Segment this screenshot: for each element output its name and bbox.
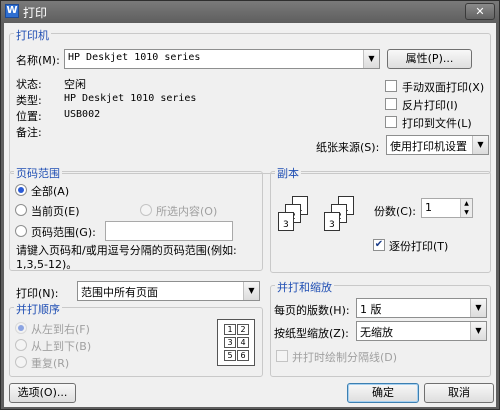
collate-label[interactable]: 逐份打印(T) bbox=[389, 238, 448, 254]
zoom-group-title: 并打和缩放 bbox=[275, 279, 334, 295]
title-bar[interactable]: W 打印 ✕ bbox=[1, 1, 499, 23]
grid-cell: 2 bbox=[237, 324, 249, 335]
copies-count-label: 份数(C): bbox=[374, 205, 416, 218]
page-range-input[interactable] bbox=[105, 221, 233, 241]
draw-borders-label[interactable]: 并打时绘制分隔线(D) bbox=[292, 349, 397, 365]
spin-down-icon[interactable]: ▼ bbox=[461, 208, 472, 217]
location-label: 位置: bbox=[16, 110, 42, 123]
scale-label: 按纸型缩放(Z): bbox=[274, 327, 349, 340]
chevron-down-icon[interactable]: ▼ bbox=[472, 136, 488, 154]
printer-name-value: HP Deskjet 1010 series bbox=[68, 52, 201, 63]
grid-cell: 3 bbox=[224, 337, 236, 348]
order-ltr-radio[interactable] bbox=[15, 322, 27, 334]
scale-select[interactable]: 无缩放 ▼ bbox=[356, 321, 487, 341]
printer-group-title: 打印机 bbox=[14, 27, 51, 43]
print-to-file-checkbox[interactable] bbox=[385, 116, 397, 128]
order-ttb-radio[interactable] bbox=[15, 339, 27, 351]
range-selection-label[interactable]: 所选内容(O) bbox=[156, 203, 217, 219]
range-current-radio[interactable] bbox=[15, 204, 27, 216]
dialog-title: 打印 bbox=[23, 6, 48, 20]
status-label: 状态: bbox=[16, 78, 42, 91]
order-grid-preview: 1 2 3 4 5 6 bbox=[217, 319, 255, 366]
page-icon: 3 bbox=[278, 212, 294, 231]
paper-source-select[interactable]: 使用打印机设置 ▼ bbox=[386, 135, 489, 155]
grid-cell: 4 bbox=[237, 337, 249, 348]
close-button[interactable]: ✕ bbox=[465, 3, 495, 20]
type-label: 类型: bbox=[16, 94, 42, 107]
grid-cell: 1 bbox=[224, 324, 236, 335]
draw-borders-checkbox[interactable] bbox=[276, 350, 288, 362]
order-repeat-radio[interactable] bbox=[15, 356, 27, 368]
print-to-file-label[interactable]: 打印到文件(L) bbox=[402, 115, 472, 131]
collate-checkbox[interactable]: ✔ bbox=[373, 239, 385, 251]
order-ttb-label[interactable]: 从上到下(B) bbox=[31, 338, 91, 354]
pages-per-sheet-select[interactable]: 1 版 ▼ bbox=[356, 298, 487, 318]
reverse-checkbox[interactable] bbox=[385, 98, 397, 110]
wps-app-icon: W bbox=[5, 4, 19, 18]
page-icon: 3 bbox=[324, 212, 340, 231]
ok-button[interactable]: 确定 bbox=[347, 383, 419, 403]
copies-group-title: 副本 bbox=[275, 165, 301, 181]
copies-count-value: 1 bbox=[425, 201, 432, 214]
order-repeat-label[interactable]: 重复(R) bbox=[31, 355, 69, 371]
paper-source-label: 纸张来源(S): bbox=[316, 141, 380, 154]
cancel-button[interactable]: 取消 bbox=[424, 383, 494, 403]
spin-buttons[interactable]: ▲ ▼ bbox=[460, 199, 472, 217]
range-current-label[interactable]: 当前页(E) bbox=[31, 203, 80, 219]
print-what-select[interactable]: 范围中所有页面 ▼ bbox=[77, 281, 260, 301]
range-selection-radio[interactable] bbox=[140, 204, 152, 216]
status-value: 空闲 bbox=[64, 78, 86, 91]
pages-per-sheet-label: 每页的版数(H): bbox=[274, 304, 350, 317]
range-pages-radio[interactable] bbox=[15, 225, 27, 237]
printer-name-label: 名称(M): bbox=[16, 54, 60, 67]
printer-name-select[interactable]: HP Deskjet 1010 series ▼ bbox=[64, 49, 380, 69]
chevron-down-icon[interactable]: ▼ bbox=[470, 299, 486, 317]
collate-order-group-title: 并打顺序 bbox=[14, 301, 62, 317]
chevron-down-icon[interactable]: ▼ bbox=[363, 50, 379, 68]
range-pages-label[interactable]: 页码范围(G): bbox=[31, 224, 96, 240]
grid-cell: 6 bbox=[237, 350, 249, 361]
chevron-down-icon[interactable]: ▼ bbox=[243, 282, 259, 300]
comment-label: 备注: bbox=[16, 126, 42, 139]
type-value: HP Deskjet 1010 series bbox=[64, 93, 197, 104]
range-all-label[interactable]: 全部(A) bbox=[31, 183, 69, 199]
dialog-body: 打印机 名称(M): HP Deskjet 1010 series ▼ 属性(P… bbox=[4, 23, 496, 407]
range-all-radio[interactable] bbox=[15, 184, 27, 196]
location-value: USB002 bbox=[64, 109, 101, 120]
copies-count-spinner[interactable]: 1 ▲ ▼ bbox=[421, 198, 473, 218]
print-what-value: 范围中所有页面 bbox=[81, 286, 158, 299]
reverse-label[interactable]: 反片打印(I) bbox=[402, 97, 458, 113]
collate-pages-icon: 1 2 3 1 2 3 bbox=[278, 196, 358, 251]
pages-per-sheet-value: 1 版 bbox=[360, 303, 382, 316]
duplex-checkbox[interactable] bbox=[385, 80, 397, 92]
page-range-group-title: 页码范围 bbox=[14, 165, 62, 181]
grid-cell: 5 bbox=[224, 350, 236, 361]
options-button[interactable]: 选项(O)... bbox=[9, 383, 76, 403]
scale-value: 无缩放 bbox=[360, 326, 393, 339]
print-dialog: W 打印 ✕ 打印机 名称(M): HP Deskjet 1010 series… bbox=[0, 0, 500, 410]
paper-source-value: 使用打印机设置 bbox=[390, 140, 467, 153]
page-range-hint-line2: 1,3,5-12)。 bbox=[16, 258, 78, 271]
chevron-down-icon[interactable]: ▼ bbox=[470, 322, 486, 340]
properties-button[interactable]: 属性(P)... bbox=[387, 49, 472, 69]
duplex-label[interactable]: 手动双面打印(X) bbox=[402, 79, 484, 95]
spin-up-icon[interactable]: ▲ bbox=[461, 199, 472, 208]
order-ltr-label[interactable]: 从左到右(F) bbox=[31, 321, 90, 337]
print-what-label: 打印(N): bbox=[16, 287, 59, 300]
